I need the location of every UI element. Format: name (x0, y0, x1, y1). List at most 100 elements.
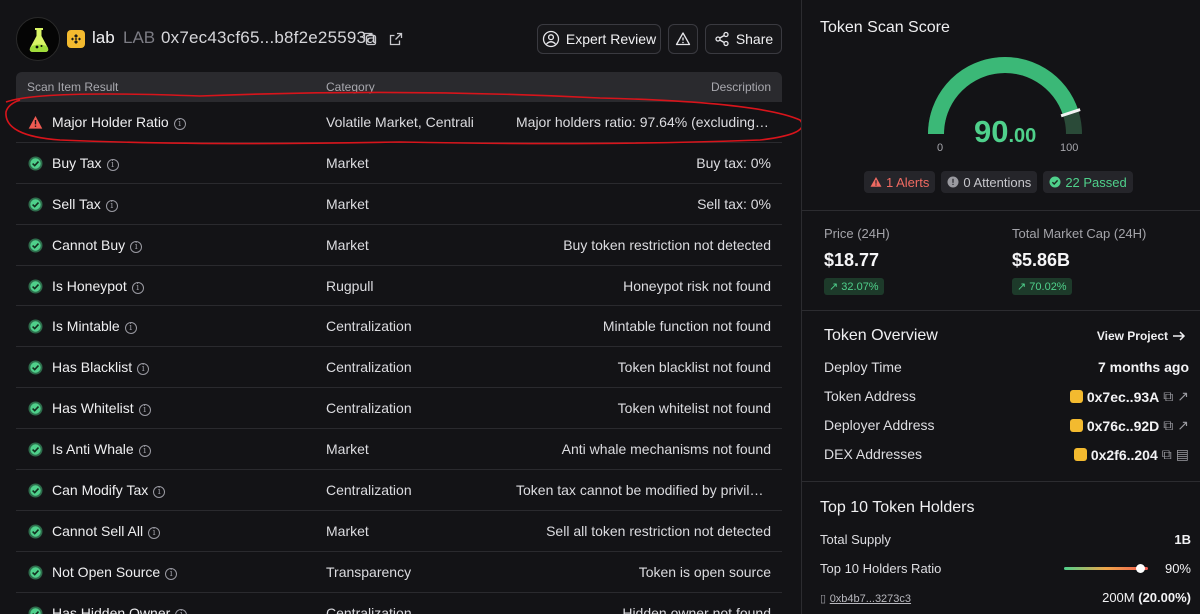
table-row[interactable]: Sell Tax i Market Sell tax: 0% (16, 184, 782, 225)
share-button[interactable]: Share (705, 24, 782, 54)
token-name: lab (92, 28, 115, 47)
table-row[interactable]: Is Mintable i Centralization Mintable funct… (16, 306, 782, 348)
table-header: Scan Item Result Category Description (16, 72, 782, 102)
copy-icon[interactable]: ⧉ (1162, 446, 1172, 463)
scan-item-label: Cannot Buy (52, 236, 126, 253)
token-overview-title: Token Overview (824, 327, 938, 344)
total-supply-label: Total Supply (820, 532, 891, 547)
score-decimal: .00 (1008, 125, 1037, 147)
scan-item-description: Token blacklist not found (617, 359, 771, 376)
passed-count: 22 Passed (1065, 174, 1127, 190)
check-circle-icon (28, 442, 43, 457)
table-row[interactable]: Cannot Sell All i Market Sell all token res… (16, 511, 782, 552)
deployer-address-label: Deployer Address (824, 417, 935, 433)
dex-address-text[interactable]: 0x2f6..204 (1091, 447, 1158, 463)
scan-item-name: Can Modify Tax i (52, 482, 166, 499)
attentions-pill[interactable]: 0 Attentions (941, 171, 1038, 193)
info-icon[interactable]: i (131, 281, 144, 294)
dropdown-icon[interactable]: ▤ (1176, 446, 1189, 463)
info-icon[interactable]: i (106, 158, 119, 171)
scan-item-category: Rugpull (326, 277, 374, 294)
holder-address[interactable]: ▯ 0xb4b7...3273c3 (820, 590, 911, 605)
scan-item-name: Not Open Source i (52, 563, 178, 580)
chain-badge-icon (67, 30, 85, 48)
price-value: $18.77 (824, 250, 880, 270)
token-address-text[interactable]: 0x7ec..93A (1087, 389, 1159, 405)
table-row[interactable]: Has Whitelist i Centralization Token whitel… (16, 388, 782, 430)
scan-item-name: Has Hidden Owner i (52, 604, 188, 614)
info-icon[interactable]: i (153, 486, 166, 499)
attention-icon (947, 176, 959, 188)
scan-item-description: Token is open source (638, 563, 771, 580)
scan-item-category: Market (326, 195, 369, 212)
info-icon[interactable]: i (165, 567, 178, 580)
chain-badge-icon (1073, 448, 1087, 461)
attentions-count: 0 Attentions (963, 174, 1032, 190)
info-icon[interactable]: i (130, 240, 143, 253)
divider (802, 210, 1200, 211)
gauge-min: 0 (937, 142, 944, 154)
warning-icon (675, 32, 691, 46)
table-row[interactable]: Buy Tax i Market Buy tax: 0% (16, 143, 782, 184)
table-row[interactable]: Cannot Buy i Market Buy token restriction n… (16, 225, 782, 266)
info-icon[interactable]: i (175, 608, 188, 614)
scan-item-name: Is Mintable i (52, 318, 137, 335)
holder-amount: 200M (20.00%) (1102, 590, 1191, 605)
check-circle-icon (28, 565, 43, 580)
table-row[interactable]: Major Holder Ratio i Volatile Market, Cent… (16, 102, 782, 143)
scan-item-name: Cannot Buy i (52, 236, 143, 253)
deployer-address-value: 0x76c..92D ⧉ ↗ (1069, 417, 1189, 434)
expert-review-button[interactable]: Expert Review (537, 24, 661, 54)
info-icon[interactable]: i (105, 199, 118, 212)
copy-icon[interactable]: ⧉ (1163, 417, 1173, 434)
info-icon[interactable]: i (138, 445, 151, 458)
chain-badge-icon (1069, 419, 1083, 432)
scan-item-label: Not Open Source (52, 563, 161, 580)
chain-badge-icon (1069, 390, 1083, 403)
holder-address-text[interactable]: 0xb4b7...3273c3 (830, 593, 911, 605)
table-row[interactable]: Is Anti Whale i Market Anti whale mechanism… (16, 429, 782, 471)
table-row[interactable]: Can Modify Tax i Centralization Token tax c… (16, 470, 782, 511)
info-icon[interactable]: i (138, 404, 151, 417)
column-category: Category (326, 80, 375, 94)
report-button[interactable] (668, 24, 698, 54)
holder-percent: (20.00%) (1138, 590, 1191, 605)
info-icon[interactable]: i (124, 322, 137, 335)
table-row[interactable]: Has Hidden Owner i Centralization Hidden ow… (16, 593, 782, 614)
table-row[interactable]: Not Open Source i Transparency Token is ope… (16, 552, 782, 593)
dex-addresses-value: 0x2f6..204 ⧉ ▤ (1073, 446, 1189, 463)
mcap-change-badge: ↗ 70.02% (1012, 278, 1072, 295)
scan-item-description: Sell tax: 0% (697, 195, 771, 212)
check-circle-icon (28, 401, 43, 416)
copy-icon[interactable] (362, 31, 378, 47)
document-icon: ▯ (820, 593, 827, 605)
score-int: 90 (974, 114, 1009, 149)
external-link-icon[interactable] (388, 31, 404, 47)
scan-item-category: Market (326, 154, 369, 171)
scan-item-description: Buy tax: 0% (696, 154, 771, 171)
copy-icon[interactable]: ⧉ (1163, 388, 1173, 405)
scan-item-label: Has Hidden Owner (52, 604, 171, 614)
info-icon[interactable]: i (137, 363, 150, 376)
info-icon[interactable]: i (148, 526, 161, 539)
external-link-icon[interactable]: ↗ (1177, 417, 1189, 434)
table-row[interactable]: Is Honeypot i Rugpull Honeypot risk not fou… (16, 266, 782, 307)
scan-item-category: Centralization (326, 604, 412, 614)
check-circle-icon (28, 156, 43, 171)
external-link-icon[interactable]: ↗ (1177, 388, 1189, 405)
alerts-pill[interactable]: 1 Alerts (864, 171, 936, 193)
mcap-value: $5.86B (1012, 250, 1071, 270)
deployer-address-text[interactable]: 0x76c..92D (1087, 418, 1159, 434)
scan-item-label: Cannot Sell All (52, 522, 144, 539)
scan-item-label: Sell Tax (52, 195, 101, 212)
table-row[interactable]: Has Blacklist i Centralization Token blackl… (16, 347, 782, 389)
price-change-badge: ↗ 32.07% (824, 278, 884, 295)
scan-item-label: Is Honeypot (52, 277, 127, 294)
scan-item-category: Market (326, 236, 369, 253)
holders-ratio-label: Top 10 Holders Ratio (820, 561, 942, 576)
token-address: 0x7ec43cf65...b8f2e25593a (161, 28, 376, 47)
top-holders-title: Top 10 Token Holders (820, 499, 975, 516)
info-icon[interactable]: i (173, 118, 186, 130)
view-project-link[interactable]: View Project (1097, 329, 1186, 343)
passed-pill[interactable]: 22 Passed (1043, 171, 1133, 193)
